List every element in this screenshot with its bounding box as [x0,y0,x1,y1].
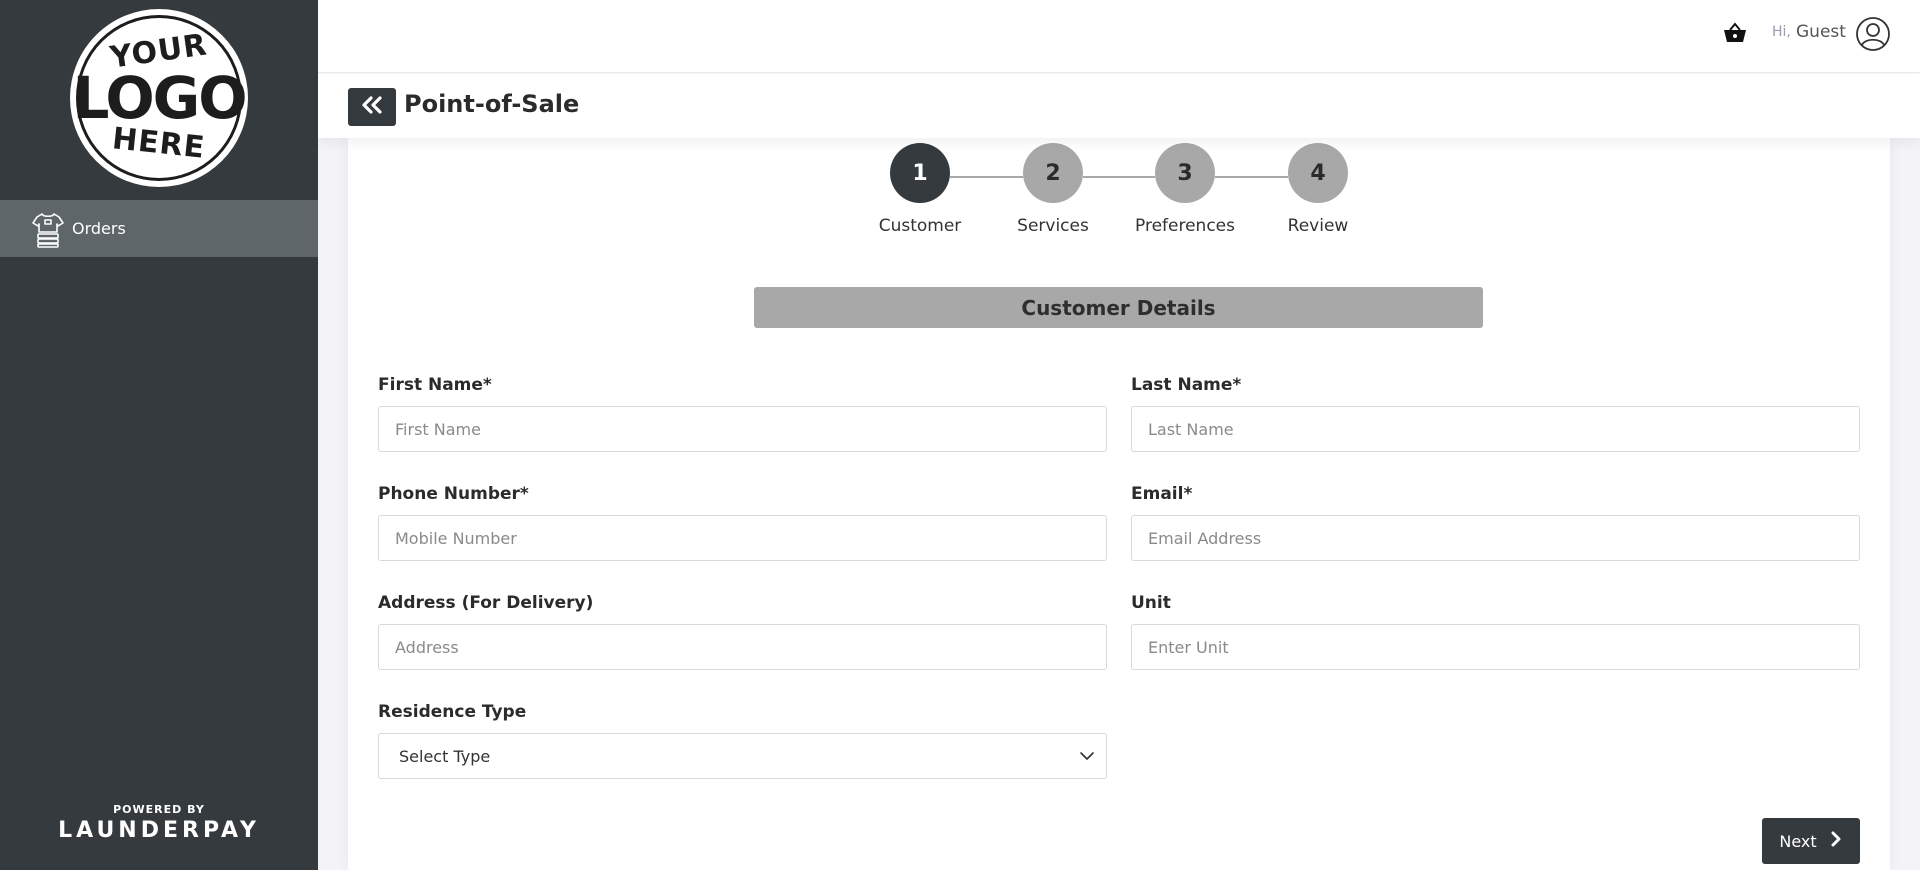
user-icon[interactable] [1855,16,1891,52]
company-logo[interactable]: YOUR LOGO HERE [70,9,248,187]
step-connector [1083,176,1155,178]
residence-type-select[interactable]: Select Type [378,733,1107,779]
logo-text-line3: HERE [110,121,208,166]
chevron-right-icon [1829,830,1843,852]
step-2-label: Services [1017,216,1089,236]
unit-label: Unit [1131,593,1171,613]
logo-mark: YOUR LOGO HERE [72,15,248,181]
email-input[interactable] [1131,515,1860,561]
step-1-circle[interactable]: 1 [890,143,950,203]
unit-input[interactable] [1131,624,1860,670]
sidebar-item-label: Orders [72,219,126,238]
step-connector [1215,176,1288,178]
step-1-label: Customer [878,216,962,236]
launderpay-wordmark: LAUNDERPAY [58,818,260,843]
address-label: Address (For Delivery) [378,593,594,613]
residence-type-value: Select Type [399,746,491,766]
next-button[interactable]: Next [1762,818,1860,864]
step-2-circle[interactable]: 2 [1023,143,1083,203]
basket-icon[interactable] [1722,20,1748,46]
next-button-label: Next [1779,831,1817,851]
shirt-icon [28,209,68,249]
greeting-text: Hi, [1772,24,1791,40]
back-button[interactable] [348,88,396,126]
last-name-input[interactable] [1131,406,1860,452]
logo-text-line2: LOGO [72,64,247,132]
sidebar-item-orders[interactable]: Orders [0,200,318,257]
first-name-input[interactable] [378,406,1107,452]
page-title: Point-of-Sale [404,90,580,118]
residence-type-label: Residence Type [378,702,527,722]
powered-by: POWERED BY LAUNDERPAY [0,803,318,843]
step-4-circle[interactable]: 4 [1288,143,1348,203]
username[interactable]: Guest [1796,22,1846,42]
section-title: Customer Details [754,287,1483,328]
phone-label: Phone Number* [378,484,529,504]
sidebar: YOUR LOGO HERE Orders POWERED BY LAUNDER… [0,0,318,870]
page-header: Point-of-Sale [318,74,1920,138]
email-label: Email* [1131,484,1193,504]
double-chevron-left-icon [361,92,383,122]
step-4-label: Review [1287,216,1349,236]
top-bar: Hi, Guest [318,0,1920,73]
step-3-label: Preferences [1135,216,1235,236]
first-name-label: First Name* [378,375,492,395]
step-3-circle[interactable]: 3 [1155,143,1215,203]
phone-input[interactable] [378,515,1107,561]
chevron-down-icon [1078,747,1096,765]
step-connector [950,176,1023,178]
address-input[interactable] [378,624,1107,670]
last-name-label: Last Name* [1131,375,1242,395]
powered-by-caption: POWERED BY [113,803,205,816]
